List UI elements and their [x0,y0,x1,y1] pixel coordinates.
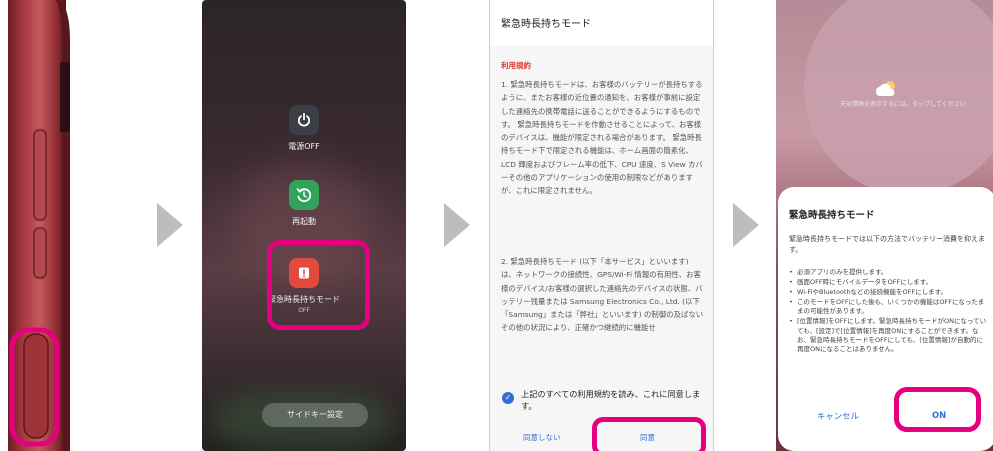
terms-paragraph-2: 2. 緊急時長持ちモード (以下「本サービス」といいます) は、ネットワークの接… [501,257,704,333]
cancel-button[interactable]: キャンセル [817,410,859,422]
terms-title: 緊急時長持ちモード [501,19,591,30]
list-item: [位置情報]をOFFにします。緊急時長持ちモードがONになっていても、[設定]で… [789,317,989,353]
emergency-dialog-screen: 天気情報を表示するには、タップしてください 緊急時長持ちモード 緊急時長持ちモー… [776,0,993,451]
dialog-bullet-list: 必須アプリのみを提供します。 画面OFF時にモバイルデータをOFFにします。 W… [789,268,989,355]
list-item: 必須アプリのみを提供します。 [789,268,989,277]
terms-header: 緊急時長持ちモード [490,0,713,46]
disagree-button[interactable]: 同意しない [523,432,561,443]
power-menu-screen: 電源OFF 再起動 緊急時長持ちモード OFF サイドキー設定 [202,0,406,451]
emergency-mode-dialog: 緊急時長持ちモード 緊急時長持ちモードでは以下の方法でバッテリー消費を抑えます。… [778,187,993,451]
power-off-label: 電源OFF [288,142,320,151]
arrow-right-icon [444,203,470,247]
side-key-settings-button[interactable]: サイドキー設定 [262,403,368,427]
restart-option[interactable]: 再起動 [202,180,406,227]
terms-section-label: 利用規約 [501,61,531,70]
terms-screen: 緊急時長持ちモード 利用規約 1. 緊急時長持ちモードは、お客様のバッテリーが長… [489,0,714,451]
restart-label: 再起動 [292,217,316,226]
agree-highlight [592,417,706,451]
terms-paragraph-1: 1. 緊急時長持ちモードは、お客様のバッテリーが長持ちするように、またお客様の近… [501,80,703,196]
device-side-view [0,0,72,451]
arrow-right-icon [733,203,759,247]
agree-checkbox-label[interactable]: 上記のすべての利用規約を読み、これに同意します。 [521,388,711,412]
emergency-highlight [267,240,370,330]
restart-icon [289,180,319,210]
dialog-intro: 緊急時長持ちモードでは以下の方法でバッテリー消費を抑えます。 [789,235,985,254]
weather-icon[interactable] [873,80,899,97]
list-item: このモードをOFFにした後も、いくつかの機能はOFFになったままの可能性がありま… [789,298,989,316]
weather-hint[interactable]: 天気情報を表示するには、タップしてください [828,100,978,110]
on-highlight [894,387,981,432]
list-item: Wi-FiやBluetoothなどの接続機能をOFFにします。 [789,288,989,297]
list-item: 画面OFF時にモバイルデータをOFFにします。 [789,278,989,287]
device-illustration [8,0,70,451]
arrow-right-icon [157,203,183,247]
power-off-option[interactable]: 電源OFF [202,105,406,152]
check-icon[interactable]: ✓ [502,392,514,404]
dialog-title: 緊急時長持ちモード [789,210,875,221]
power-icon [289,105,319,135]
